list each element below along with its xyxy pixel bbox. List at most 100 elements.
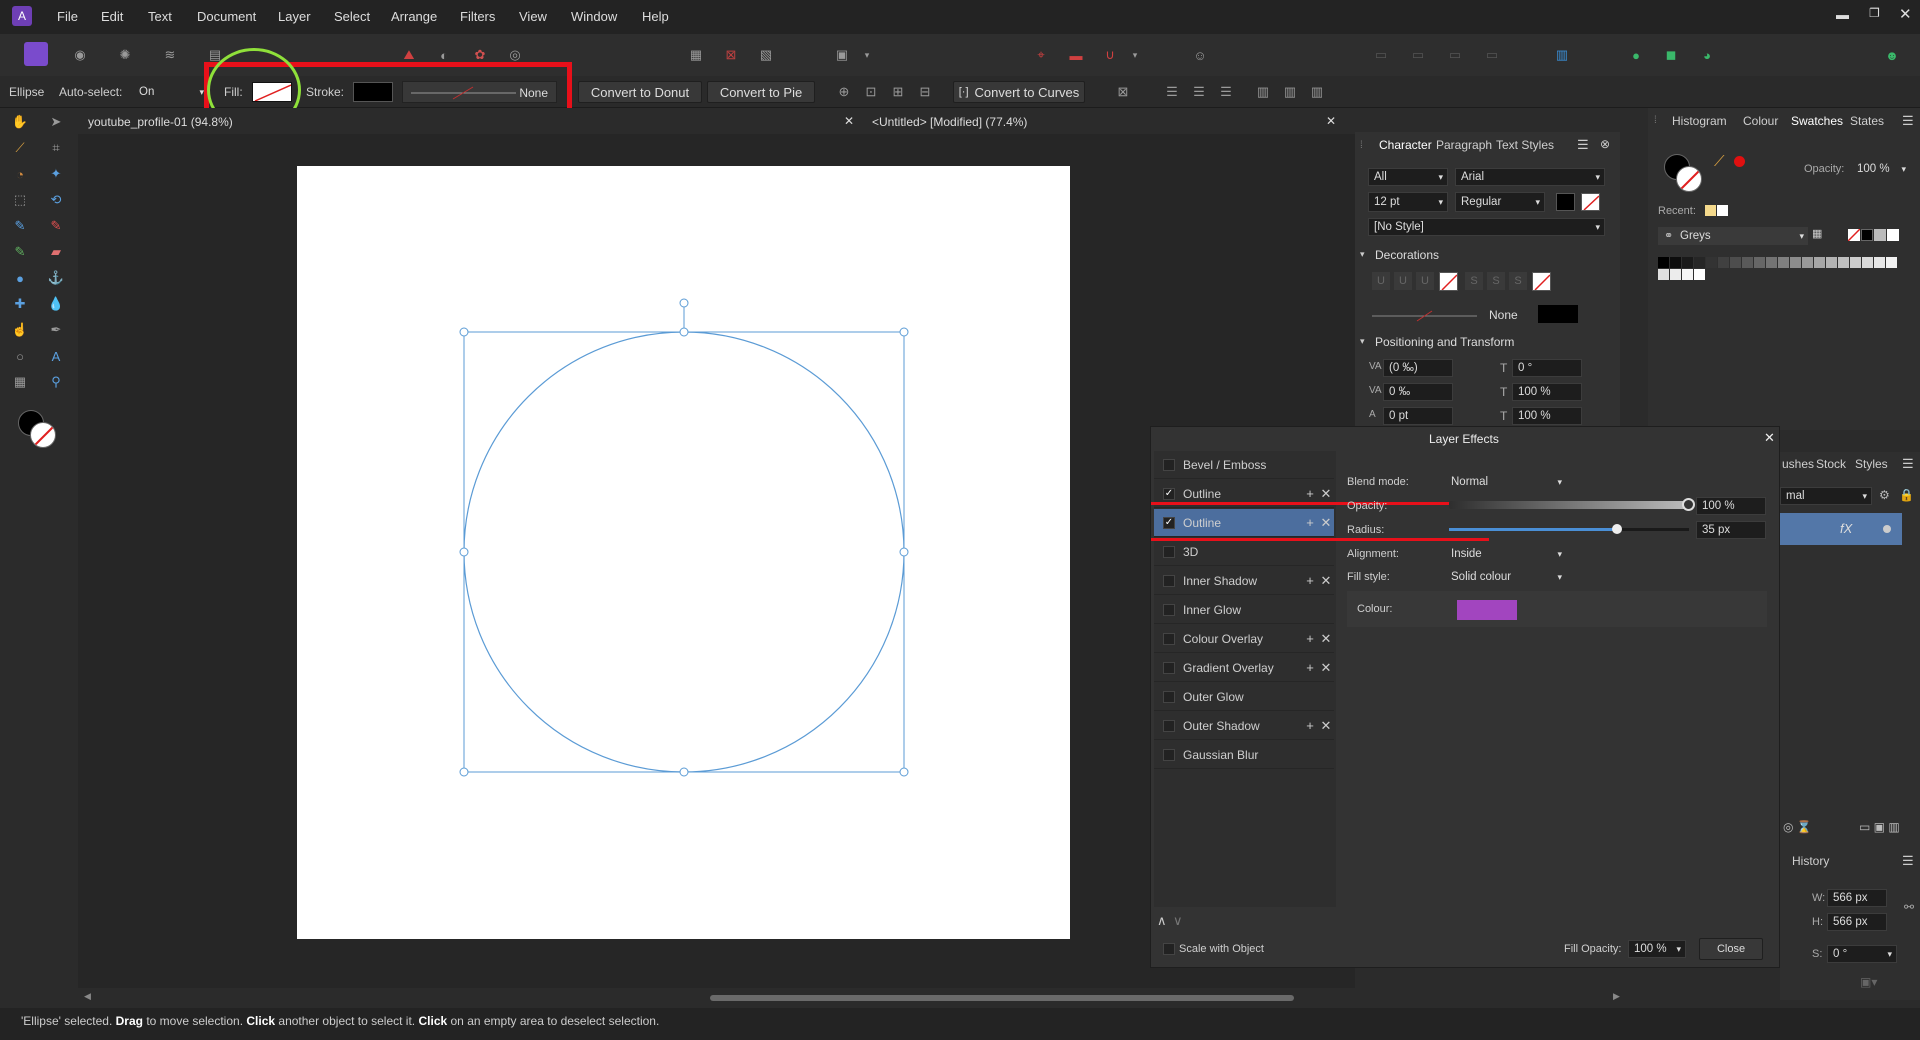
grey-swatch[interactable] bbox=[1778, 257, 1789, 268]
shear-field[interactable]: 0 ° ▾ bbox=[1827, 945, 1897, 963]
scope-dropdown[interactable]: All ▾ bbox=[1368, 168, 1448, 186]
grey-swatch[interactable] bbox=[1718, 257, 1729, 268]
grey-swatch[interactable] bbox=[1826, 257, 1837, 268]
font-size-field[interactable]: 12 pt ▾ bbox=[1368, 192, 1448, 212]
decoration-colour-swatch[interactable] bbox=[1538, 305, 1578, 323]
height-field[interactable]: 566 px bbox=[1827, 913, 1887, 931]
effect-checkbox[interactable] bbox=[1163, 632, 1175, 645]
text-tool-icon[interactable]: A bbox=[46, 346, 66, 366]
distribute-icon[interactable]: ⊞ bbox=[888, 82, 908, 102]
effect-row-outer-shadow[interactable]: Outer Shadow + ✕ bbox=[1154, 712, 1334, 740]
palette-dropdown[interactable]: ⚭ Greys ▾ bbox=[1658, 227, 1808, 245]
alignment-dropdown[interactable]: Inside ▾ bbox=[1446, 545, 1566, 563]
align-top-icon[interactable]: ▥ bbox=[1253, 82, 1273, 102]
menu-layer[interactable]: Layer bbox=[278, 9, 311, 24]
layer-row-selected[interactable]: fX bbox=[1780, 513, 1902, 545]
opacity-slider[interactable] bbox=[1449, 498, 1695, 511]
radius-field[interactable]: 35 px bbox=[1696, 521, 1766, 539]
snapping-icon[interactable]: ⌖ bbox=[1031, 45, 1051, 65]
grey-swatch[interactable] bbox=[1886, 257, 1897, 268]
visibility-dot[interactable] bbox=[1883, 525, 1891, 533]
tab-stock[interactable]: Stock bbox=[1816, 457, 1846, 471]
marquee-tool-icon[interactable]: ⬚ bbox=[10, 190, 30, 210]
positioning-heading[interactable]: Positioning and Transform bbox=[1375, 335, 1514, 349]
double-strike-button[interactable]: S bbox=[1487, 272, 1505, 290]
restore-icon[interactable]: ❐ bbox=[1869, 6, 1880, 20]
freehand-select-icon[interactable]: ⟲ bbox=[46, 190, 66, 210]
close-tab-2-icon[interactable]: ✕ bbox=[1326, 114, 1336, 128]
opacity-field[interactable]: 100 % bbox=[1696, 497, 1766, 515]
effect-row-colour-overlay[interactable]: Colour Overlay + ✕ bbox=[1154, 625, 1334, 653]
tone-mapping-persona-icon[interactable]: ≋ bbox=[160, 45, 180, 65]
close-button[interactable]: Close bbox=[1699, 938, 1763, 960]
chat-icon[interactable]: ● bbox=[1626, 45, 1646, 65]
menu-edit[interactable]: Edit bbox=[101, 9, 123, 24]
underline-colour-swatch[interactable] bbox=[1439, 272, 1458, 291]
grey-swatch[interactable] bbox=[1730, 257, 1741, 268]
effect-row-inner-shadow[interactable]: Inner Shadow + ✕ bbox=[1154, 567, 1334, 595]
double-underline-button[interactable]: U bbox=[1394, 272, 1412, 290]
add-effect-icon[interactable]: + bbox=[1302, 718, 1318, 733]
strike-colour-swatch[interactable] bbox=[1532, 272, 1551, 291]
effect-row-outer-glow[interactable]: Outer Glow bbox=[1154, 683, 1334, 711]
clone-tool-icon[interactable]: ⚓ bbox=[46, 268, 66, 288]
grey-swatch[interactable] bbox=[1682, 257, 1693, 268]
align-bottom-icon[interactable]: ▥ bbox=[1307, 82, 1327, 102]
mirror-icon[interactable]: ▬ bbox=[1066, 45, 1086, 65]
hscale-field[interactable]: 100 % bbox=[1512, 407, 1582, 425]
grey-swatch[interactable] bbox=[1874, 229, 1886, 241]
close-tab-icon[interactable]: ✕ bbox=[844, 114, 854, 128]
document-tab-2[interactable]: <Untitled> [Modified] (77.4%) bbox=[872, 115, 1027, 129]
remove-effect-icon[interactable]: ✕ bbox=[1318, 515, 1334, 531]
vscale-field[interactable]: 100 % bbox=[1512, 383, 1582, 401]
recent-swatch-2[interactable] bbox=[1717, 205, 1728, 216]
panel-menu-icon[interactable]: ☰ bbox=[1902, 113, 1914, 129]
opacity-slider-handle[interactable] bbox=[1682, 498, 1695, 511]
effect-checkbox[interactable] bbox=[1163, 603, 1175, 616]
blend-mode-dropdown[interactable]: Normal ▾ bbox=[1446, 473, 1566, 491]
transform-origin-icon[interactable]: ⊕ bbox=[834, 82, 854, 102]
scale-with-object-checkbox[interactable] bbox=[1163, 943, 1175, 955]
quick-mask-icon[interactable]: ▣ bbox=[832, 45, 852, 65]
grid-icon[interactable]: ⊟ bbox=[915, 82, 935, 102]
align-icon[interactable]: ▥ bbox=[1552, 45, 1572, 65]
healing-tool-icon[interactable]: ✚ bbox=[10, 294, 30, 314]
outline-colour-swatch[interactable] bbox=[1457, 600, 1517, 620]
remove-effect-icon[interactable]: ✕ bbox=[1318, 718, 1334, 734]
grey-swatch[interactable] bbox=[1838, 257, 1849, 268]
layer-fx-toolbar-icon[interactable]: ◎ ⌛ bbox=[1783, 820, 1812, 834]
menu-arrange[interactable]: Arrange bbox=[391, 9, 437, 24]
text-colour-swatch[interactable] bbox=[1556, 193, 1575, 211]
fill-style-dropdown[interactable]: Solid colour ▾ bbox=[1446, 568, 1566, 586]
lock-icon[interactable]: 🔒 bbox=[1899, 488, 1914, 502]
none-swatch[interactable] bbox=[1848, 229, 1860, 241]
black-swatch[interactable] bbox=[1861, 229, 1873, 241]
panel-menu-icon[interactable]: ☰ bbox=[1902, 853, 1914, 869]
panel-menu-icon[interactable]: ☰ bbox=[1902, 456, 1914, 472]
tab-text-styles[interactable]: Text Styles bbox=[1496, 138, 1554, 152]
selected-ellipse[interactable] bbox=[297, 166, 1070, 939]
pixel-tool-icon[interactable]: ✎ bbox=[10, 242, 30, 262]
swatch-opacity-field[interactable]: 100 % ▾ bbox=[1852, 160, 1908, 178]
horizontal-scrollbar[interactable]: ◀ ▶ bbox=[78, 988, 1630, 1008]
grey-swatch[interactable] bbox=[1742, 257, 1753, 268]
grey-swatch[interactable] bbox=[1658, 257, 1669, 268]
decoration-line-value[interactable]: None bbox=[1489, 308, 1518, 322]
layer-blend-dropdown[interactable]: mal ▾ bbox=[1780, 487, 1872, 505]
grey-swatch[interactable] bbox=[1766, 257, 1777, 268]
grey-swatch[interactable] bbox=[1790, 257, 1801, 268]
swatch-secondary-colour[interactable] bbox=[1676, 166, 1702, 192]
document-canvas[interactable] bbox=[297, 166, 1070, 939]
convert-to-curves-button[interactable]: [·] Convert to Curves bbox=[953, 81, 1085, 103]
effect-row-inner-glow[interactable]: Inner Glow bbox=[1154, 596, 1334, 624]
effect-checkbox[interactable] bbox=[1163, 690, 1175, 703]
quick-mask-dropdown-icon[interactable]: ▾ bbox=[857, 45, 877, 65]
grey-swatch[interactable] bbox=[1814, 257, 1825, 268]
kerning-field[interactable]: (0 ‰) bbox=[1383, 359, 1453, 377]
move-down-icon[interactable]: ∨ bbox=[1173, 913, 1183, 929]
photo-persona-icon[interactable] bbox=[24, 42, 48, 66]
underline-button[interactable]: U bbox=[1372, 272, 1390, 290]
effect-row-gaussian-blur[interactable]: Gaussian Blur bbox=[1154, 741, 1334, 769]
ellipse-tool-icon[interactable]: ○ bbox=[10, 346, 30, 366]
liquify-persona-icon[interactable]: ◉ bbox=[70, 45, 90, 65]
